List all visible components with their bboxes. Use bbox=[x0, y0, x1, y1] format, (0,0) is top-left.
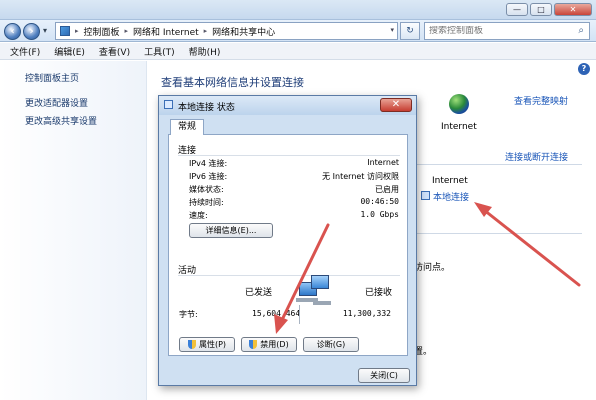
sidebar-item-control-panel-home[interactable]: 控制面板主页 bbox=[25, 71, 79, 84]
close-window-button[interactable]: ✕ bbox=[554, 3, 592, 16]
bytes-received-value: 11,300,332 bbox=[342, 309, 391, 318]
diagnose-button[interactable]: 诊断(G) bbox=[303, 337, 359, 352]
uac-shield-icon bbox=[249, 340, 258, 349]
dialog-close-icon[interactable]: ✕ bbox=[380, 98, 412, 112]
bytes-label: 字节: bbox=[179, 310, 198, 319]
ipv6-label: IPv6 连接: bbox=[189, 172, 228, 181]
window-titlebar: — □ ✕ bbox=[0, 0, 596, 20]
search-input[interactable] bbox=[429, 26, 569, 36]
speed-label: 速度: bbox=[189, 211, 208, 220]
left-pane: 控制面板主页 更改适配器设置 更改高级共享设置 bbox=[0, 61, 147, 400]
duration-label: 持续时间: bbox=[189, 198, 224, 207]
menu-edit[interactable]: 编辑(E) bbox=[54, 45, 85, 58]
address-dropdown-icon[interactable]: ▾ bbox=[390, 26, 394, 34]
status-row-ipv4: IPv4 连接: Internet bbox=[189, 158, 399, 170]
menu-file[interactable]: 文件(F) bbox=[10, 45, 40, 58]
divider bbox=[414, 164, 582, 165]
sidebar-item-change-advanced-sharing[interactable]: 更改高级共享设置 bbox=[25, 114, 97, 127]
chevron-right-icon[interactable]: ▸ bbox=[125, 27, 129, 35]
computer-icon bbox=[311, 275, 329, 289]
media-state-label: 媒体状态: bbox=[189, 185, 224, 194]
menu-bar: 文件(F) 编辑(E) 查看(V) 工具(T) 帮助(H) bbox=[0, 43, 596, 60]
status-row-ipv6: IPv6 连接: 无 Internet 访问权限 bbox=[189, 171, 399, 183]
sidebar-item-change-adapter-settings[interactable]: 更改适配器设置 bbox=[25, 96, 88, 109]
history-dropdown-icon[interactable]: ▾ bbox=[43, 26, 47, 35]
ipv6-value: 无 Internet 访问权限 bbox=[322, 172, 399, 181]
address-bar[interactable]: ▸ 控制面板 ▸ 网络和 Internet ▸ 网络和共享中心 ▾ bbox=[55, 22, 398, 40]
forward-icon[interactable]: › bbox=[23, 23, 40, 40]
menu-tools[interactable]: 工具(T) bbox=[144, 45, 175, 58]
view-full-map-link[interactable]: 查看完整映射 bbox=[514, 94, 568, 107]
local-connection-status-dialog: 本地连接 状态 ✕ 常规 连接 IPv4 连接: Internet IPv6 连… bbox=[158, 95, 417, 386]
page-title: 查看基本网络信息并设置连接 bbox=[161, 76, 304, 89]
received-label: 已接收 bbox=[365, 288, 393, 298]
uac-shield-icon bbox=[187, 340, 196, 349]
general-tab-panel: 连接 IPv4 连接: Internet IPv6 连接: 无 Internet… bbox=[168, 134, 408, 356]
window-controls: — □ ✕ bbox=[506, 3, 592, 16]
duration-value: 00:46:50 bbox=[360, 197, 399, 206]
dialog-title: 本地连接 状态 bbox=[178, 103, 235, 113]
ipv4-label: IPv4 连接: bbox=[189, 159, 228, 168]
maximize-button[interactable]: □ bbox=[530, 3, 552, 16]
search-icon[interactable]: ⌕ bbox=[578, 25, 584, 36]
section-divider bbox=[178, 155, 400, 156]
local-connection-link[interactable]: 本地连接 bbox=[433, 190, 469, 203]
menu-view[interactable]: 查看(V) bbox=[99, 45, 130, 58]
status-row-speed: 速度: 1.0 Gbps bbox=[189, 210, 399, 222]
breadcrumb-network-internet[interactable]: 网络和 Internet bbox=[133, 25, 199, 38]
close-button[interactable]: 关闭(C) bbox=[358, 368, 410, 383]
section-divider bbox=[178, 275, 400, 276]
breadcrumb-network-sharing-center[interactable]: 网络和共享中心 bbox=[212, 25, 275, 38]
access-type-value: Internet bbox=[432, 176, 468, 186]
status-row-media: 媒体状态: 已启用 bbox=[189, 184, 399, 196]
status-row-duration: 持续时间: 00:46:50 bbox=[189, 197, 399, 209]
divider bbox=[299, 305, 300, 324]
control-panel-icon bbox=[60, 26, 70, 36]
text-fragment: 访问点。 bbox=[414, 263, 451, 273]
network-adapter-icon bbox=[421, 191, 430, 200]
speed-value: 1.0 Gbps bbox=[360, 210, 399, 219]
properties-button-label: 属性(P) bbox=[198, 340, 227, 349]
divider bbox=[414, 233, 582, 234]
disable-button[interactable]: 禁用(D) bbox=[241, 337, 297, 352]
internet-globe-icon bbox=[449, 94, 469, 114]
details-button[interactable]: 详细信息(E)... bbox=[189, 223, 273, 238]
search-box[interactable]: ⌕ bbox=[424, 22, 590, 40]
properties-button[interactable]: 属性(P) bbox=[179, 337, 235, 352]
dialog-titlebar: 本地连接 状态 ✕ bbox=[159, 96, 416, 115]
help-icon[interactable]: ? bbox=[578, 63, 590, 75]
network-activity-icon bbox=[296, 275, 334, 309]
back-icon[interactable]: ‹ bbox=[4, 23, 21, 40]
chevron-right-icon[interactable]: ▸ bbox=[204, 27, 208, 35]
computer-base bbox=[313, 301, 331, 305]
breadcrumb-control-panel[interactable]: 控制面板 bbox=[84, 25, 120, 38]
connect-disconnect-link[interactable]: 连接或断开连接 bbox=[505, 150, 568, 163]
internet-label: Internet bbox=[441, 122, 477, 132]
bytes-sent-value: 15,604,464 bbox=[252, 309, 301, 318]
menu-help[interactable]: 帮助(H) bbox=[189, 45, 221, 58]
minimize-button[interactable]: — bbox=[506, 3, 528, 16]
network-connection-icon bbox=[164, 100, 173, 109]
chevron-right-icon[interactable]: ▸ bbox=[75, 27, 79, 35]
sent-label: 已发送 bbox=[245, 288, 273, 298]
refresh-icon[interactable]: ↻ bbox=[400, 22, 420, 40]
ipv4-value: Internet bbox=[367, 158, 399, 167]
disable-button-label: 禁用(D) bbox=[260, 340, 289, 349]
tab-general[interactable]: 常规 bbox=[170, 119, 204, 135]
media-state-value: 已启用 bbox=[375, 185, 399, 194]
